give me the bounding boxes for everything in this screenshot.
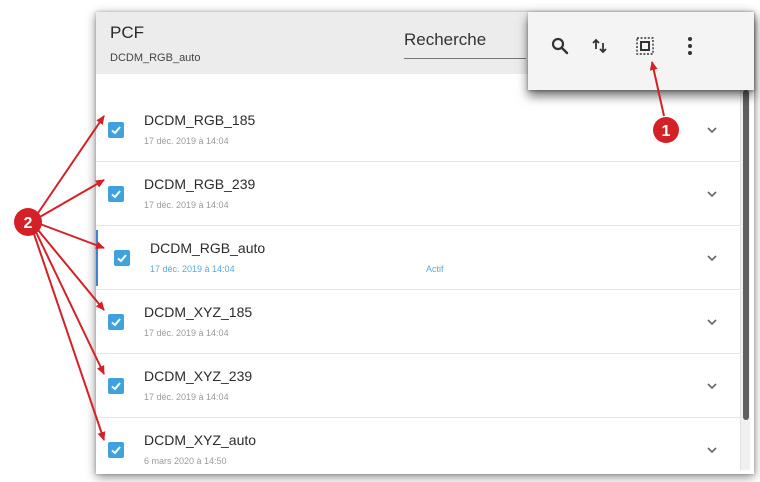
item-name: DCDM_RGB_239: [144, 176, 256, 192]
scrollbar-thumb[interactable]: [743, 90, 749, 420]
search-button[interactable]: [548, 34, 572, 58]
chevron-down-icon[interactable]: [704, 442, 720, 458]
chevron-down-icon[interactable]: [704, 378, 720, 394]
item-name: DCDM_RGB_auto: [150, 240, 266, 256]
list-item-active[interactable]: DCDM_RGB_auto 17 déc. 2019 à 14:04 Actif: [96, 226, 740, 290]
select-all-icon: [636, 37, 654, 55]
chevron-down-icon[interactable]: [704, 250, 720, 266]
item-checkbox[interactable]: [108, 122, 124, 138]
callout-2-marker: 2: [14, 208, 42, 236]
callout-2-label: 2: [24, 215, 33, 232]
search-icon: [551, 37, 569, 55]
item-date: 17 déc. 2019 à 14:04: [144, 200, 229, 210]
item-checkbox[interactable]: [108, 378, 124, 394]
list-item[interactable]: DCDM_XYZ_auto 6 mars 2020 à 14:50: [96, 418, 740, 482]
check-icon: [111, 382, 121, 391]
select-all-button[interactable]: [633, 34, 657, 58]
item-name: DCDM_XYZ_185: [144, 304, 253, 320]
list-item[interactable]: DCDM_RGB_239 17 déc. 2019 à 14:04: [96, 162, 740, 226]
check-icon: [111, 126, 121, 135]
check-icon: [111, 318, 121, 327]
callout-2-arrows: [33, 115, 106, 441]
more-options-button[interactable]: [678, 34, 702, 58]
pcf-panel: PCF DCDM_RGB_auto Recherche DCDM_RGB_185…: [96, 12, 754, 474]
chevron-down-icon[interactable]: [704, 122, 720, 138]
list-item[interactable]: DCDM_XYZ_185 17 déc. 2019 à 14:04: [96, 290, 740, 354]
item-checkbox[interactable]: [108, 442, 124, 458]
item-date: 17 déc. 2019 à 14:04: [144, 136, 229, 146]
more-vertical-icon: [688, 37, 692, 55]
item-date: 17 déc. 2019 à 14:04: [144, 392, 229, 402]
item-name: DCDM_XYZ_239: [144, 368, 253, 384]
page-subtitle: DCDM_RGB_auto: [110, 52, 201, 64]
check-icon: [111, 446, 121, 455]
item-name: DCDM_RGB_185: [144, 112, 256, 128]
item-checkbox[interactable]: [114, 250, 130, 266]
chevron-down-icon[interactable]: [704, 314, 720, 330]
item-checkbox[interactable]: [108, 314, 124, 330]
page-title: PCF: [110, 23, 144, 42]
action-toolbar: [528, 12, 754, 90]
item-date: 6 mars 2020 à 14:50: [144, 456, 227, 466]
item-checkbox[interactable]: [108, 186, 124, 202]
scrollbar[interactable]: [740, 86, 750, 470]
sort-button[interactable]: [588, 34, 612, 58]
chevron-down-icon[interactable]: [704, 186, 720, 202]
active-indicator: [96, 230, 98, 286]
item-name: DCDM_XYZ_auto: [144, 432, 257, 448]
list-item[interactable]: DCDM_XYZ_239 17 déc. 2019 à 14:04: [96, 354, 740, 418]
status-badge: Actif: [426, 264, 444, 274]
check-icon: [111, 190, 121, 199]
item-date: 17 déc. 2019 à 14:04: [144, 328, 229, 338]
list-item[interactable]: DCDM_RGB_185 17 déc. 2019 à 14:04: [96, 98, 740, 162]
sort-icon: [592, 38, 607, 54]
check-icon: [117, 254, 127, 263]
search-input[interactable]: Recherche: [404, 30, 486, 50]
item-date: 17 déc. 2019 à 14:04: [150, 264, 235, 274]
search-input-underline: [404, 58, 526, 59]
